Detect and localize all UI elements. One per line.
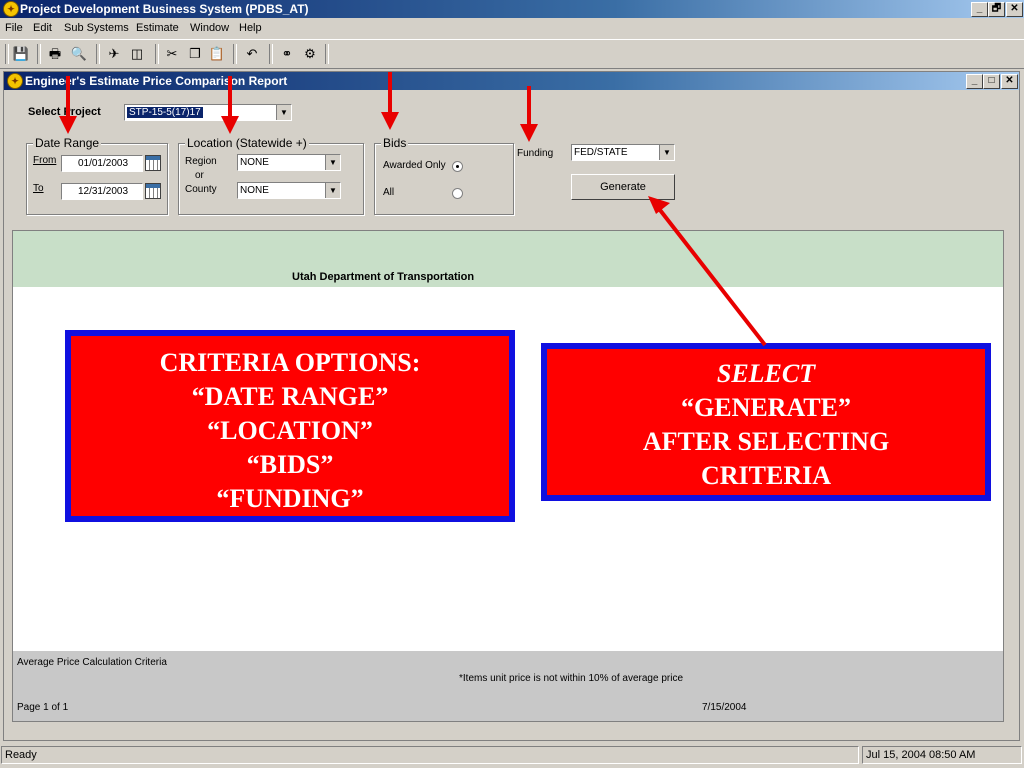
arrow-generate bbox=[648, 196, 767, 347]
arrow-location bbox=[221, 76, 239, 134]
status-message: Ready bbox=[1, 746, 859, 764]
annotation-arrows bbox=[59, 72, 767, 347]
arrow-date-range bbox=[59, 76, 77, 134]
status-datetime: Jul 15, 2004 08:50 AM bbox=[862, 746, 1022, 764]
arrow-funding bbox=[520, 86, 538, 142]
arrow-bids bbox=[381, 72, 399, 130]
status-bar: Ready Jul 15, 2004 08:50 AM bbox=[0, 744, 1024, 766]
